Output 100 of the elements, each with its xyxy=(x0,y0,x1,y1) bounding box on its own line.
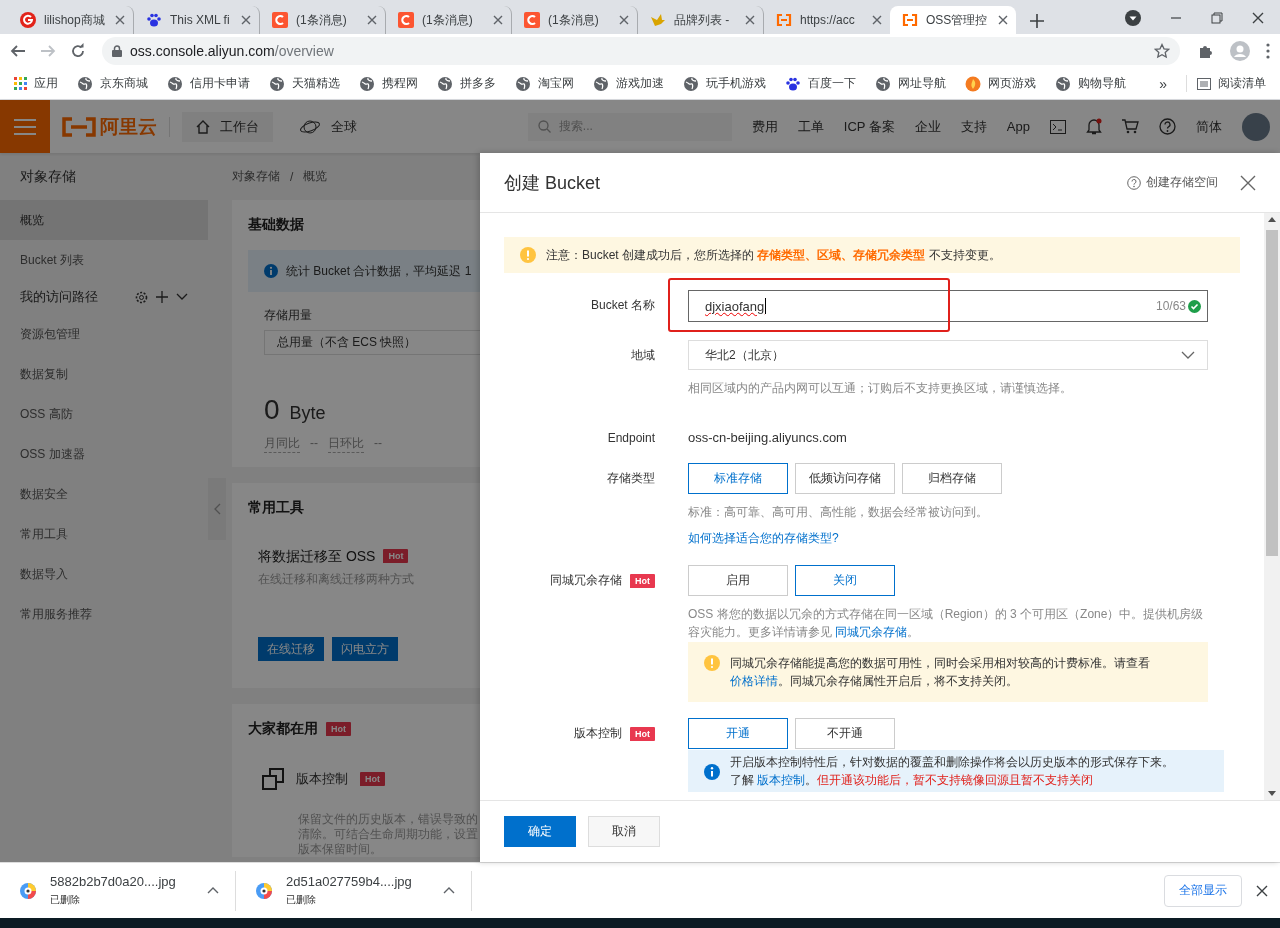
close-icon[interactable] xyxy=(1256,884,1268,897)
sidebar-item[interactable]: 常用工具 xyxy=(0,514,208,554)
browser-tab[interactable]: OSS管理控 xyxy=(890,6,1016,34)
close-icon[interactable] xyxy=(1240,174,1256,191)
sidebar-item[interactable]: 数据安全 xyxy=(0,474,208,514)
bookmark[interactable]: 拼多多 xyxy=(437,75,496,92)
gear-icon[interactable] xyxy=(135,290,148,304)
hot-tag: Hot xyxy=(360,772,385,786)
bookmark[interactable]: 网址导航 xyxy=(875,75,946,92)
inline-link[interactable]: 版本控制 xyxy=(757,773,806,787)
close-icon[interactable] xyxy=(1252,12,1264,24)
close-icon[interactable] xyxy=(998,15,1008,25)
close-icon[interactable] xyxy=(367,15,377,25)
bird-icon xyxy=(650,12,666,28)
breadcrumb-item[interactable]: 对象存储 xyxy=(232,168,280,185)
more-bookmarks[interactable]: » xyxy=(1159,75,1167,92)
bookmark[interactable]: 天猫精选 xyxy=(269,75,340,92)
help-icon[interactable] xyxy=(1159,118,1176,135)
option-button[interactable]: 不开通 xyxy=(795,718,895,749)
input-field[interactable]: djxiaofang 10/63 xyxy=(688,290,1208,322)
workbench-button[interactable]: 工作台 xyxy=(182,111,273,142)
inline-link[interactable]: 价格详情 xyxy=(730,674,778,688)
close-icon[interactable] xyxy=(115,15,125,25)
nav-link[interactable]: 工单 xyxy=(797,117,824,136)
restore-icon[interactable] xyxy=(1211,12,1223,24)
confirm-button[interactable]: 确定 xyxy=(504,816,576,847)
close-icon[interactable] xyxy=(619,15,629,25)
option-button[interactable]: 低频访问存储 xyxy=(795,463,895,494)
nav-link[interactable]: 支持 xyxy=(960,117,987,136)
file-name: 2d51a027759b4....jpg xyxy=(286,874,413,889)
menu-icon[interactable] xyxy=(1266,43,1270,59)
help-link[interactable]: 如何选择适合您的存储类型? xyxy=(688,528,1208,548)
tab-search-icon[interactable] xyxy=(1125,10,1141,26)
bookmark[interactable]: 玩手机游戏 xyxy=(683,75,766,92)
close-icon[interactable] xyxy=(241,15,251,25)
collapse-handle[interactable] xyxy=(208,478,226,540)
download-item[interactable]: 5882b2b7d0a20....jpg 已删除 xyxy=(0,870,236,911)
nav-link[interactable]: ICP 备案 xyxy=(843,117,895,136)
flame-icon xyxy=(965,75,981,92)
region-selector[interactable]: 全球 xyxy=(299,117,357,136)
bookmark[interactable]: 应用 xyxy=(14,75,58,92)
back-icon[interactable] xyxy=(10,43,26,59)
browser-tab[interactable]: https://acc xyxy=(764,6,890,34)
option-button[interactable]: 启用 xyxy=(688,565,788,596)
globe-icon xyxy=(515,75,531,92)
sidebar-item[interactable]: 数据复制 xyxy=(0,354,208,394)
puzzle-icon[interactable] xyxy=(1198,43,1214,59)
usage-select[interactable]: 总用量（不含 ECS 快照） xyxy=(264,330,480,355)
bookmark[interactable]: 游戏加速 xyxy=(593,75,664,92)
nav-link[interactable]: 企业 xyxy=(914,117,941,136)
sidebar-item[interactable]: 概览 xyxy=(0,200,208,240)
sidebar-title: 对象存储 xyxy=(19,166,77,186)
star-icon[interactable] xyxy=(1154,43,1170,59)
address-bar[interactable]: oss.console.aliyun.com/overview xyxy=(102,37,1180,65)
region-select[interactable]: 华北2（北京） xyxy=(688,340,1208,370)
cart-icon[interactable] xyxy=(1122,119,1139,134)
sidebar-item[interactable]: Bucket 列表 xyxy=(0,240,208,280)
scroll-down-icon[interactable] xyxy=(1268,791,1276,796)
usage-unit: Byte xyxy=(289,402,326,425)
chevron-up-icon[interactable] xyxy=(207,887,219,894)
bell-icon[interactable] xyxy=(1086,118,1102,135)
show-all-button[interactable]: 全部显示 xyxy=(1164,874,1242,907)
bookmark[interactable]: 购物导航 xyxy=(1055,75,1126,92)
reload-icon[interactable] xyxy=(70,43,86,59)
reading-list[interactable]: 阅读清单 xyxy=(1186,75,1266,92)
close-icon[interactable] xyxy=(872,15,882,25)
terminal-icon[interactable] xyxy=(1050,119,1066,134)
inline-link[interactable]: 同城冗余存储 xyxy=(835,625,908,639)
close-icon[interactable] xyxy=(745,15,755,25)
sidebar-item[interactable]: 数据导入 xyxy=(0,554,208,594)
bookmark[interactable]: 京东商城 xyxy=(77,75,148,92)
language-link[interactable]: 简体 xyxy=(1196,117,1222,136)
cancel-button[interactable]: 取消 xyxy=(588,816,660,847)
option-button[interactable]: 关闭 xyxy=(795,565,895,596)
option-button[interactable]: 开通 xyxy=(688,718,788,749)
bookmark[interactable]: 携程网 xyxy=(359,75,418,92)
sidebar-item[interactable]: 资源包管理 xyxy=(0,314,208,354)
close-icon[interactable] xyxy=(493,15,503,25)
option-button[interactable]: 标准存储 xyxy=(688,463,788,494)
bookmark[interactable]: 网页游戏 xyxy=(965,75,1036,92)
plus-icon[interactable] xyxy=(156,291,168,303)
scrollbar[interactable] xyxy=(1264,213,1280,800)
option-button[interactable]: 归档存储 xyxy=(902,463,1002,494)
nav-link[interactable]: App xyxy=(1006,119,1030,134)
bookmark[interactable]: 淘宝网 xyxy=(515,75,574,92)
bookmark[interactable]: 百度一下 xyxy=(785,75,856,92)
new-tab-icon[interactable] xyxy=(1030,14,1044,28)
sidebar-item[interactable]: OSS 加速器 xyxy=(0,434,208,474)
avatar[interactable] xyxy=(1242,112,1270,141)
chevron-up-icon[interactable] xyxy=(443,887,455,894)
download-item[interactable]: 2d51a027759b4....jpg 已删除 xyxy=(236,870,472,911)
sidebar-item[interactable]: OSS 高防 xyxy=(0,394,208,434)
sidebar-item[interactable]: 常用服务推荐 xyxy=(0,594,208,634)
sidebar-section[interactable]: 我的访问路径 xyxy=(20,288,98,306)
nav-link[interactable]: 费用 xyxy=(751,117,778,136)
bookmark[interactable]: 信用卡申请 xyxy=(167,75,250,92)
compare-value: -- xyxy=(374,435,382,452)
chevron-down-icon[interactable] xyxy=(176,293,188,301)
help-link[interactable]: 创建存储空间 xyxy=(1127,174,1218,191)
scroll-up-icon[interactable] xyxy=(1268,217,1276,222)
